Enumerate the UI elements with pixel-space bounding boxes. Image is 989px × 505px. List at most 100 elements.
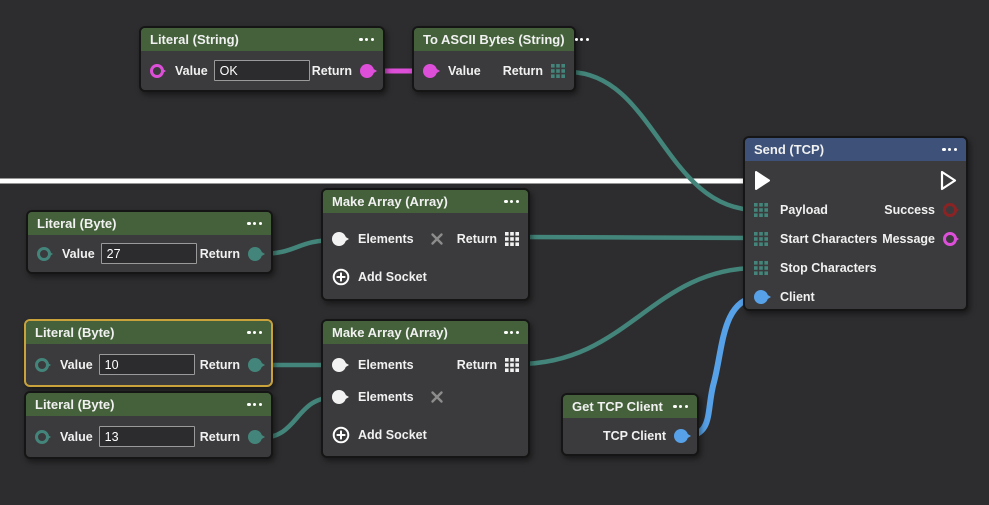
tcp-client-output-socket[interactable] <box>674 429 688 443</box>
elements-row: Elements Return <box>323 226 528 252</box>
value-input-socket[interactable] <box>37 247 51 261</box>
node-send-tcp[interactable]: Send (TCP) Paylo <box>743 136 968 311</box>
value-input-socket[interactable] <box>150 64 164 78</box>
elements-input-socket[interactable] <box>332 390 346 404</box>
array-grid-icon <box>754 261 768 275</box>
value-row: Value Return <box>26 416 271 457</box>
node-header[interactable]: Literal (String) <box>141 28 383 51</box>
value-input-socket[interactable] <box>35 430 49 444</box>
node-title: Literal (Byte) <box>35 325 114 340</box>
success-output-socket[interactable] <box>943 203 957 217</box>
client-label: Client <box>780 290 815 304</box>
node-header[interactable]: Get TCP Client <box>563 395 697 418</box>
remove-socket-button[interactable] <box>430 232 444 246</box>
return-output-socket[interactable] <box>248 430 262 444</box>
node-header[interactable]: Literal (Byte) <box>26 321 271 344</box>
value-input[interactable] <box>99 426 195 447</box>
elements-row-1: Elements Return <box>323 352 528 378</box>
node-header[interactable]: To ASCII Bytes (String) <box>414 28 574 51</box>
value-label: Value <box>60 358 93 372</box>
node-header[interactable]: Literal (Byte) <box>28 212 271 235</box>
value-row: Value Return <box>26 344 271 385</box>
menu-icon[interactable] <box>247 331 262 334</box>
flow-in-socket[interactable] <box>754 170 771 191</box>
return-label: Return <box>200 358 240 372</box>
wire-array1-to-startchars[interactable] <box>518 237 757 238</box>
menu-icon[interactable] <box>575 38 590 41</box>
add-socket-label: Add Socket <box>358 428 427 442</box>
flow-out-socket[interactable] <box>940 170 957 191</box>
value-input[interactable] <box>99 354 195 375</box>
array-grid-icon <box>505 358 519 372</box>
node-title: Make Array (Array) <box>332 325 448 340</box>
return-array-socket[interactable] <box>551 64 565 78</box>
value-row: Value Return <box>141 51 383 90</box>
plus-circle-icon <box>332 268 350 286</box>
tcp-client-label: TCP Client <box>603 429 666 443</box>
payload-input-socket[interactable] <box>754 203 768 217</box>
elements-input-socket[interactable] <box>332 358 346 372</box>
node-title: Literal (Byte) <box>35 397 114 412</box>
node-header[interactable]: Literal (Byte) <box>26 393 271 416</box>
add-socket-row: Add Socket <box>323 264 528 290</box>
node-make-array-2[interactable]: Make Array (Array) Elements Return Eleme… <box>321 319 530 458</box>
elements-input-socket[interactable] <box>332 232 346 246</box>
add-socket-button[interactable]: Add Socket <box>332 426 427 444</box>
node-to-ascii-bytes[interactable]: To ASCII Bytes (String) Value Return <box>412 26 576 92</box>
node-canvas[interactable]: Literal (String) Value Return To ASCII B… <box>0 0 989 505</box>
node-literal-byte-10[interactable]: Literal (Byte) Value Return <box>24 319 273 387</box>
value-label: Value <box>62 247 95 261</box>
menu-icon[interactable] <box>504 200 519 203</box>
node-header[interactable]: Make Array (Array) <box>323 190 528 213</box>
message-label: Message <box>882 232 935 246</box>
array-grid-icon <box>505 232 519 246</box>
return-array-socket[interactable] <box>505 358 519 372</box>
node-literal-byte-27[interactable]: Literal (Byte) Value Return <box>26 210 273 274</box>
elements-label: Elements <box>358 390 414 404</box>
menu-icon[interactable] <box>247 222 262 225</box>
node-literal-string[interactable]: Literal (String) Value Return <box>139 26 385 92</box>
return-label: Return <box>312 64 352 78</box>
add-socket-row: Add Socket <box>323 422 528 448</box>
start-characters-input-socket[interactable] <box>754 232 768 246</box>
plus-circle-icon <box>332 426 350 444</box>
return-output-socket[interactable] <box>248 247 262 261</box>
node-literal-byte-13[interactable]: Literal (Byte) Value Return <box>24 391 273 459</box>
node-title: Send (TCP) <box>754 142 824 157</box>
return-output-socket[interactable] <box>248 358 262 372</box>
menu-icon[interactable] <box>942 148 957 151</box>
stop-characters-row: Stop Characters <box>745 253 966 282</box>
stop-characters-input-socket[interactable] <box>754 261 768 275</box>
return-array-socket[interactable] <box>505 232 519 246</box>
value-input[interactable] <box>214 60 310 81</box>
remove-socket-button[interactable] <box>430 390 444 404</box>
node-header[interactable]: Send (TCP) <box>745 138 966 161</box>
start-characters-label: Start Characters <box>780 232 877 246</box>
node-get-tcp-client[interactable]: Get TCP Client TCP Client <box>561 393 699 456</box>
return-output-socket[interactable] <box>360 64 374 78</box>
node-title: To ASCII Bytes (String) <box>423 32 565 47</box>
return-label: Return <box>200 430 240 444</box>
node-title: Get TCP Client <box>572 399 663 414</box>
return-label: Return <box>503 64 543 78</box>
message-output-socket[interactable] <box>943 232 957 246</box>
x-icon <box>430 232 444 246</box>
menu-icon[interactable] <box>359 38 374 41</box>
menu-icon[interactable] <box>504 331 519 334</box>
elements-row-2: Elements <box>323 384 528 410</box>
stop-characters-label: Stop Characters <box>780 261 877 275</box>
menu-icon[interactable] <box>673 405 688 408</box>
value-input-socket[interactable] <box>35 358 49 372</box>
elements-label: Elements <box>358 358 414 372</box>
wire-ascii-to-payload[interactable] <box>570 72 757 210</box>
menu-icon[interactable] <box>247 403 262 406</box>
value-input[interactable] <box>101 243 197 264</box>
value-input-socket[interactable] <box>423 64 437 78</box>
add-socket-button[interactable]: Add Socket <box>332 268 427 286</box>
node-make-array-1[interactable]: Make Array (Array) Elements Return <box>321 188 530 301</box>
node-header[interactable]: Make Array (Array) <box>323 321 528 344</box>
return-label: Return <box>457 358 497 372</box>
client-input-socket[interactable] <box>754 290 768 304</box>
play-outline-icon <box>940 170 957 191</box>
play-filled-icon <box>754 170 771 191</box>
